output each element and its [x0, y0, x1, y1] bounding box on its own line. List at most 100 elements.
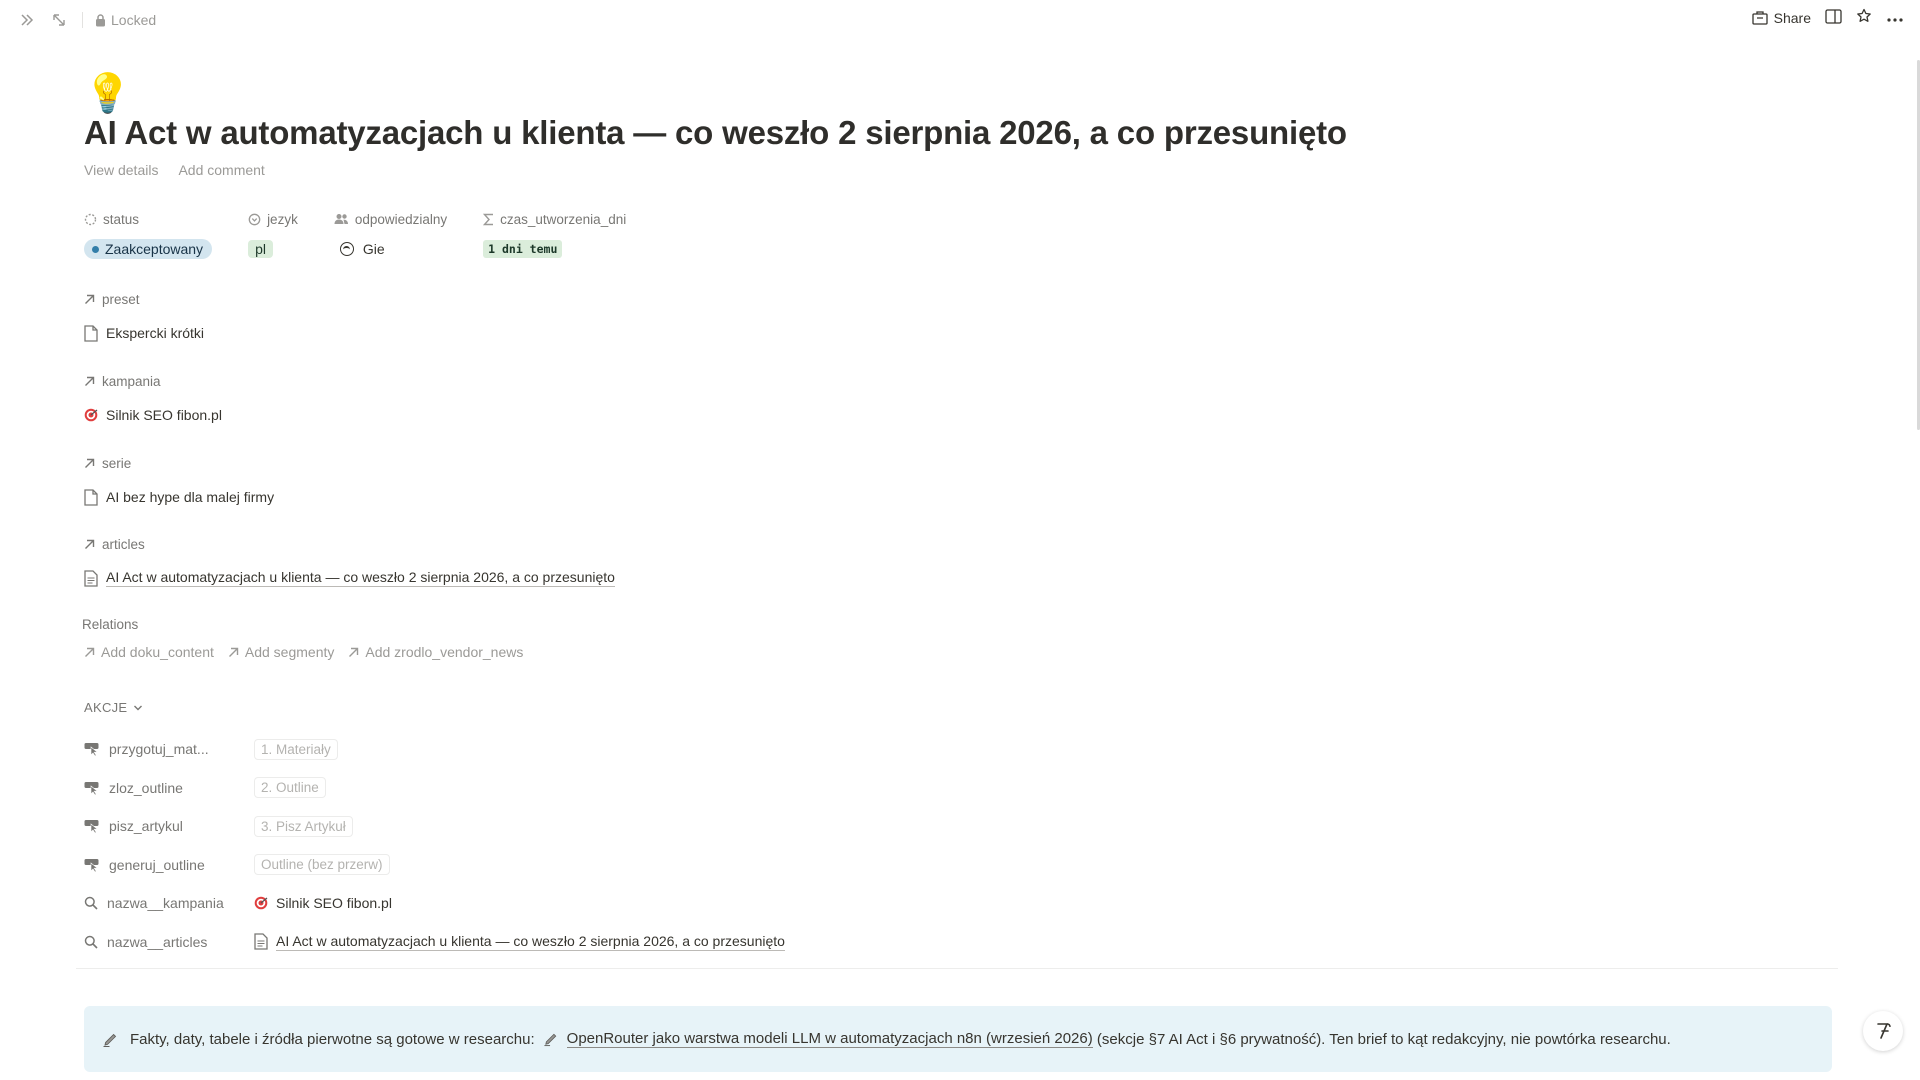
arrow-up-right-icon: [85, 294, 95, 304]
button-cursor-icon: [84, 858, 99, 872]
action-name: zloz_outline: [109, 779, 183, 796]
serie-value: AI bez hype dla malej firmy: [106, 489, 275, 505]
view-details-button[interactable]: View details: [84, 162, 158, 178]
akcje-row: nazwa__articles AI Act w automatyzacjach…: [84, 923, 844, 962]
side-peek-icon[interactable]: [1825, 8, 1842, 27]
status-dot: [92, 245, 99, 253]
rollup-name: nazwa__kampania: [107, 895, 224, 912]
page-icon: [84, 488, 98, 506]
arrow-up-right-icon: [85, 458, 95, 468]
locked-indicator[interactable]: Locked: [95, 12, 156, 28]
pen-icon: [103, 1033, 117, 1047]
odpowiedzialny-label: odpowiedzialny: [354, 211, 448, 227]
action-name: pisz_artykul: [109, 818, 183, 835]
button-cursor-icon: [84, 781, 99, 795]
relation-serie: serie AI bez hype dla malej firmy: [84, 454, 274, 507]
akcje-section-toggle[interactable]: AKCJE: [84, 700, 143, 715]
page-icon: [84, 324, 98, 342]
share-icon: [1751, 10, 1768, 25]
rollup-value: AI Act w automatyzacjach u klienta — co …: [276, 932, 785, 951]
target-icon: [254, 896, 268, 910]
add-segmenty-label: Add segmenty: [244, 644, 335, 660]
star-icon[interactable]: [1856, 8, 1872, 27]
page-title[interactable]: AI Act w automatyzacjach u klienta — co …: [84, 114, 1347, 152]
share-button[interactable]: Share: [1751, 9, 1811, 26]
articles-label: articles: [102, 536, 145, 552]
articles-link[interactable]: AI Act w automatyzacjach u klienta — co …: [84, 568, 615, 588]
lock-icon: [96, 13, 105, 26]
search-icon: [84, 935, 98, 949]
akcje-row: zloz_outline 2. Outline: [84, 769, 844, 808]
akcje-row: generuj_outline Outline (bez przerw): [84, 846, 844, 885]
chevron-down-icon: [134, 705, 143, 710]
add-doku-content-label: Add doku_content: [101, 644, 214, 660]
more-options-icon[interactable]: [1886, 10, 1904, 26]
days-badge: 1 dni temu: [483, 240, 563, 258]
callout-text-after: (sekcje §7 AI Act i §6 prywatność). Ten …: [1092, 1030, 1671, 1048]
preset-link[interactable]: Ekspercki krótki: [84, 323, 204, 343]
add-zrodlo-vendor-news-label: Add zrodlo_vendor_news: [365, 644, 524, 660]
status-label: status: [103, 211, 140, 227]
language-badge[interactable]: pl: [248, 240, 273, 258]
notion-ai-button[interactable]: [1863, 1011, 1903, 1051]
kampania-label: kampania: [102, 373, 161, 389]
property-odpowiedzialny[interactable]: odpowiedzialny Gie: [334, 210, 447, 260]
property-status[interactable]: status Zaakceptowany: [84, 210, 213, 260]
kampania-value: Silnik SEO fibon.pl: [106, 407, 222, 423]
add-segmenty-button[interactable]: Add segmenty: [228, 644, 335, 660]
preset-label: preset: [102, 291, 140, 307]
add-zrodlo-vendor-news-button[interactable]: Add zrodlo_vendor_news: [348, 644, 523, 660]
add-doku-content-button[interactable]: Add doku_content: [84, 644, 214, 660]
avatar: [339, 242, 354, 256]
callout-text: Fakty, daty, tabele i źródła pierwotne s…: [130, 1030, 535, 1048]
arrow-up-right-icon: [85, 647, 95, 657]
outline-bez-przerw-button[interactable]: Outline (bez przerw): [254, 854, 390, 876]
status-value: Zaakceptowany: [105, 241, 204, 257]
kampania-rollup-link[interactable]: Silnik SEO fibon.pl: [254, 895, 392, 911]
kampania-link[interactable]: Silnik SEO fibon.pl: [84, 405, 222, 425]
target-icon: [84, 408, 98, 422]
rollup-value: Silnik SEO fibon.pl: [276, 895, 392, 912]
preset-value: Ekspercki krótki: [106, 325, 205, 341]
jezyk-label: jezyk: [267, 211, 298, 227]
divider: [76, 968, 1838, 969]
add-comment-button[interactable]: Add comment: [178, 162, 264, 178]
arrow-up-right-icon: [85, 539, 95, 549]
arrow-up-right-icon: [85, 376, 95, 386]
select-icon: [248, 213, 261, 225]
button-cursor-icon: [84, 743, 99, 757]
people-icon: [334, 214, 348, 224]
relation-preset: preset Ekspercki krótki: [84, 290, 204, 343]
locked-label: Locked: [111, 12, 157, 28]
articles-rollup-link[interactable]: AI Act w automatyzacjach u klienta — co …: [254, 933, 785, 951]
materialy-button[interactable]: 1. Materiały: [254, 738, 338, 760]
page-icon[interactable]: 💡: [84, 74, 131, 114]
research-link[interactable]: OpenRouter jako warstwa modeli LLM w aut…: [566, 1030, 1093, 1048]
serie-link[interactable]: AI bez hype dla malej firmy: [84, 487, 274, 507]
button-cursor-icon: [84, 820, 99, 834]
person-chip[interactable]: Gie: [339, 241, 385, 257]
callout: Fakty, daty, tabele i źródła pierwotne s…: [84, 1006, 1832, 1072]
arrow-up-right-icon: [349, 647, 359, 657]
outline-button[interactable]: 2. Outline: [254, 777, 326, 799]
properties-row: status Zaakceptowany jezyk pl odpowiedzi…: [84, 210, 662, 260]
status-badge[interactable]: Zaakceptowany: [84, 239, 213, 259]
arrow-up-right-icon: [228, 647, 239, 657]
property-czas-utworzenia[interactable]: czas_utworzenia_dni 1 dni temu: [483, 210, 626, 260]
page-actions: View details Add comment: [84, 162, 265, 178]
top-bar: Locked Share: [0, 0, 1920, 40]
pisz-artykul-button[interactable]: 3. Pisz Artykuł: [254, 815, 353, 837]
akcje-row: pisz_artykul 3. Pisz Artykuł: [84, 807, 844, 846]
akcje-row: przygotuj_mat... 1. Materiały: [84, 730, 844, 769]
action-name: generuj_outline: [109, 856, 205, 873]
akcje-list: przygotuj_mat... 1. Materiały zloz_outli…: [84, 730, 844, 961]
serie-label: serie: [102, 455, 132, 471]
document-icon: [84, 569, 98, 587]
articles-value: AI Act w automatyzacjach u klienta — co …: [106, 569, 615, 587]
share-label: Share: [1773, 9, 1811, 26]
relation-kampania: kampania Silnik SEO fibon.pl: [84, 372, 222, 425]
property-jezyk[interactable]: jezyk pl: [248, 210, 298, 260]
open-fullpage-icon[interactable]: [48, 9, 70, 31]
sidebar-expand-icon[interactable]: [16, 9, 38, 31]
pen-icon: [544, 1033, 556, 1047]
